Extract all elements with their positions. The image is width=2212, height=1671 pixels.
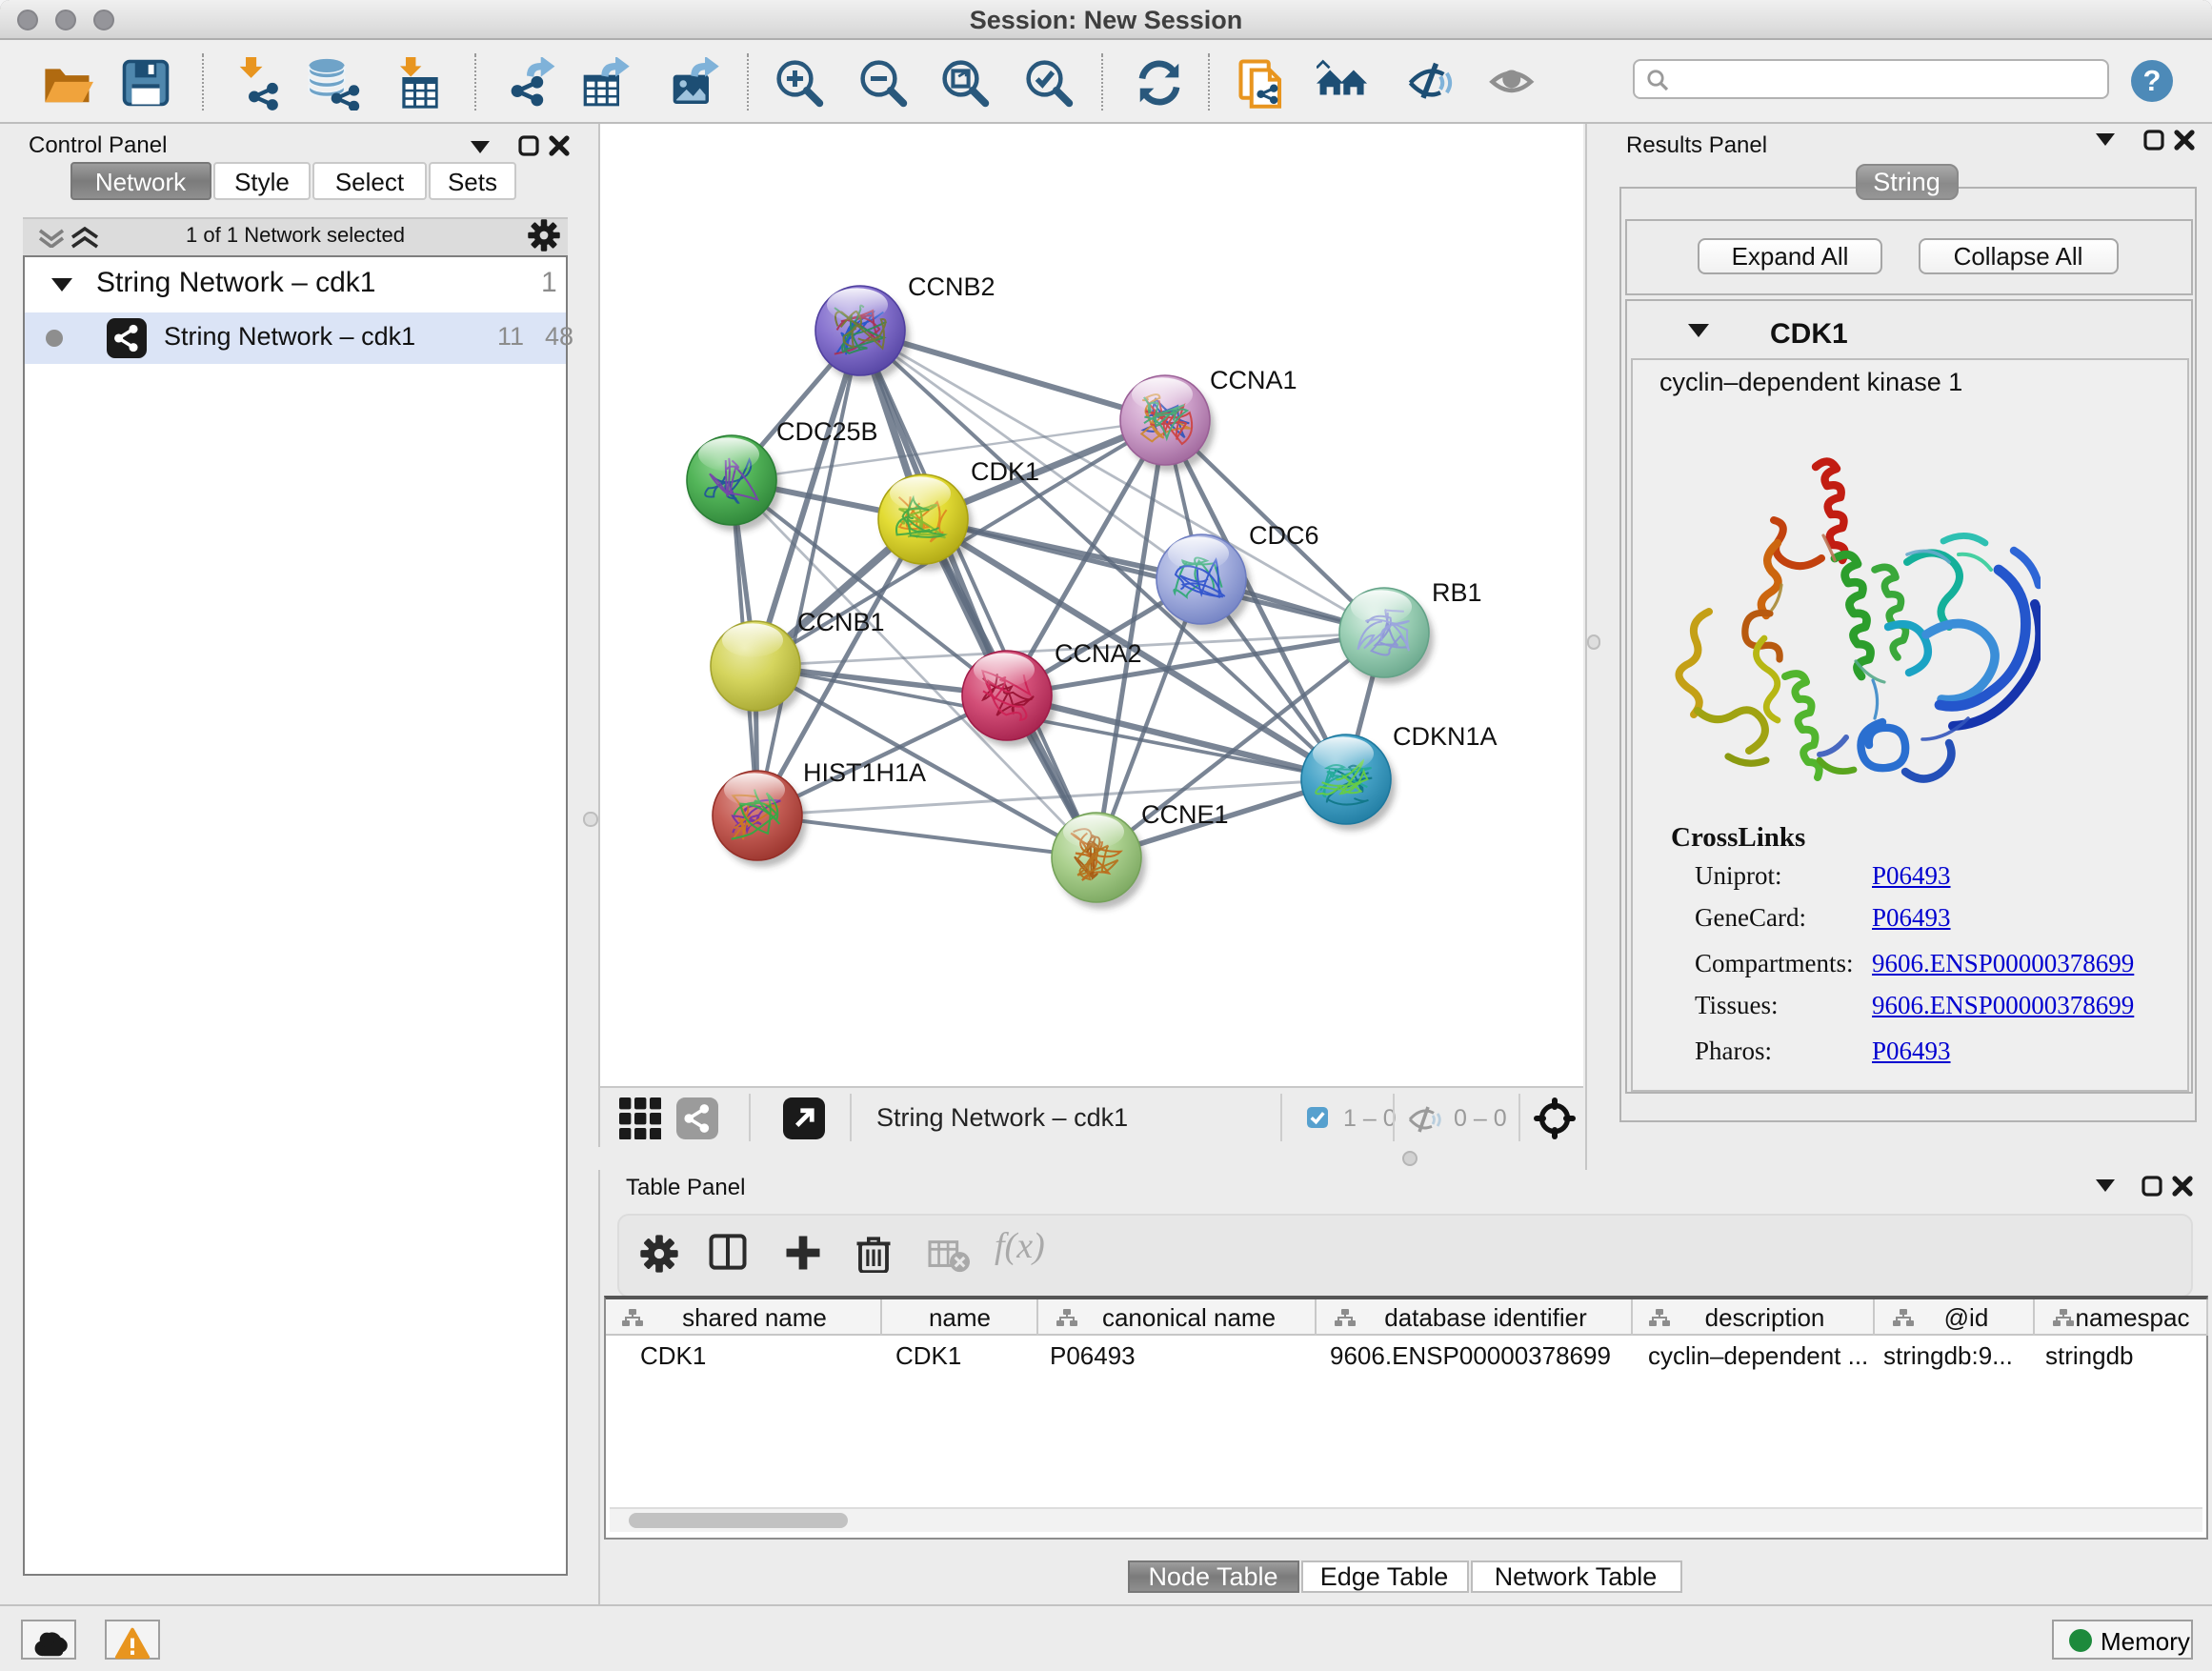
svg-text:CCNE1: CCNE1 — [1141, 800, 1229, 829]
svg-text:CCNA1: CCNA1 — [1210, 366, 1297, 394]
svg-text:RB1: RB1 — [1432, 578, 1482, 607]
svg-text:?: ? — [2143, 63, 2162, 96]
svg-text:CCNB2: CCNB2 — [908, 272, 995, 301]
svg-text:CDC25B: CDC25B — [776, 417, 878, 446]
svg-text:CDK1: CDK1 — [971, 457, 1039, 486]
svg-text:HIST1H1A: HIST1H1A — [803, 758, 926, 787]
svg-text:CCNA2: CCNA2 — [1055, 639, 1142, 668]
svg-text:CDC6: CDC6 — [1249, 521, 1319, 550]
svg-text:CDKN1A: CDKN1A — [1393, 722, 1498, 751]
svg-text:CCNB1: CCNB1 — [797, 608, 885, 636]
